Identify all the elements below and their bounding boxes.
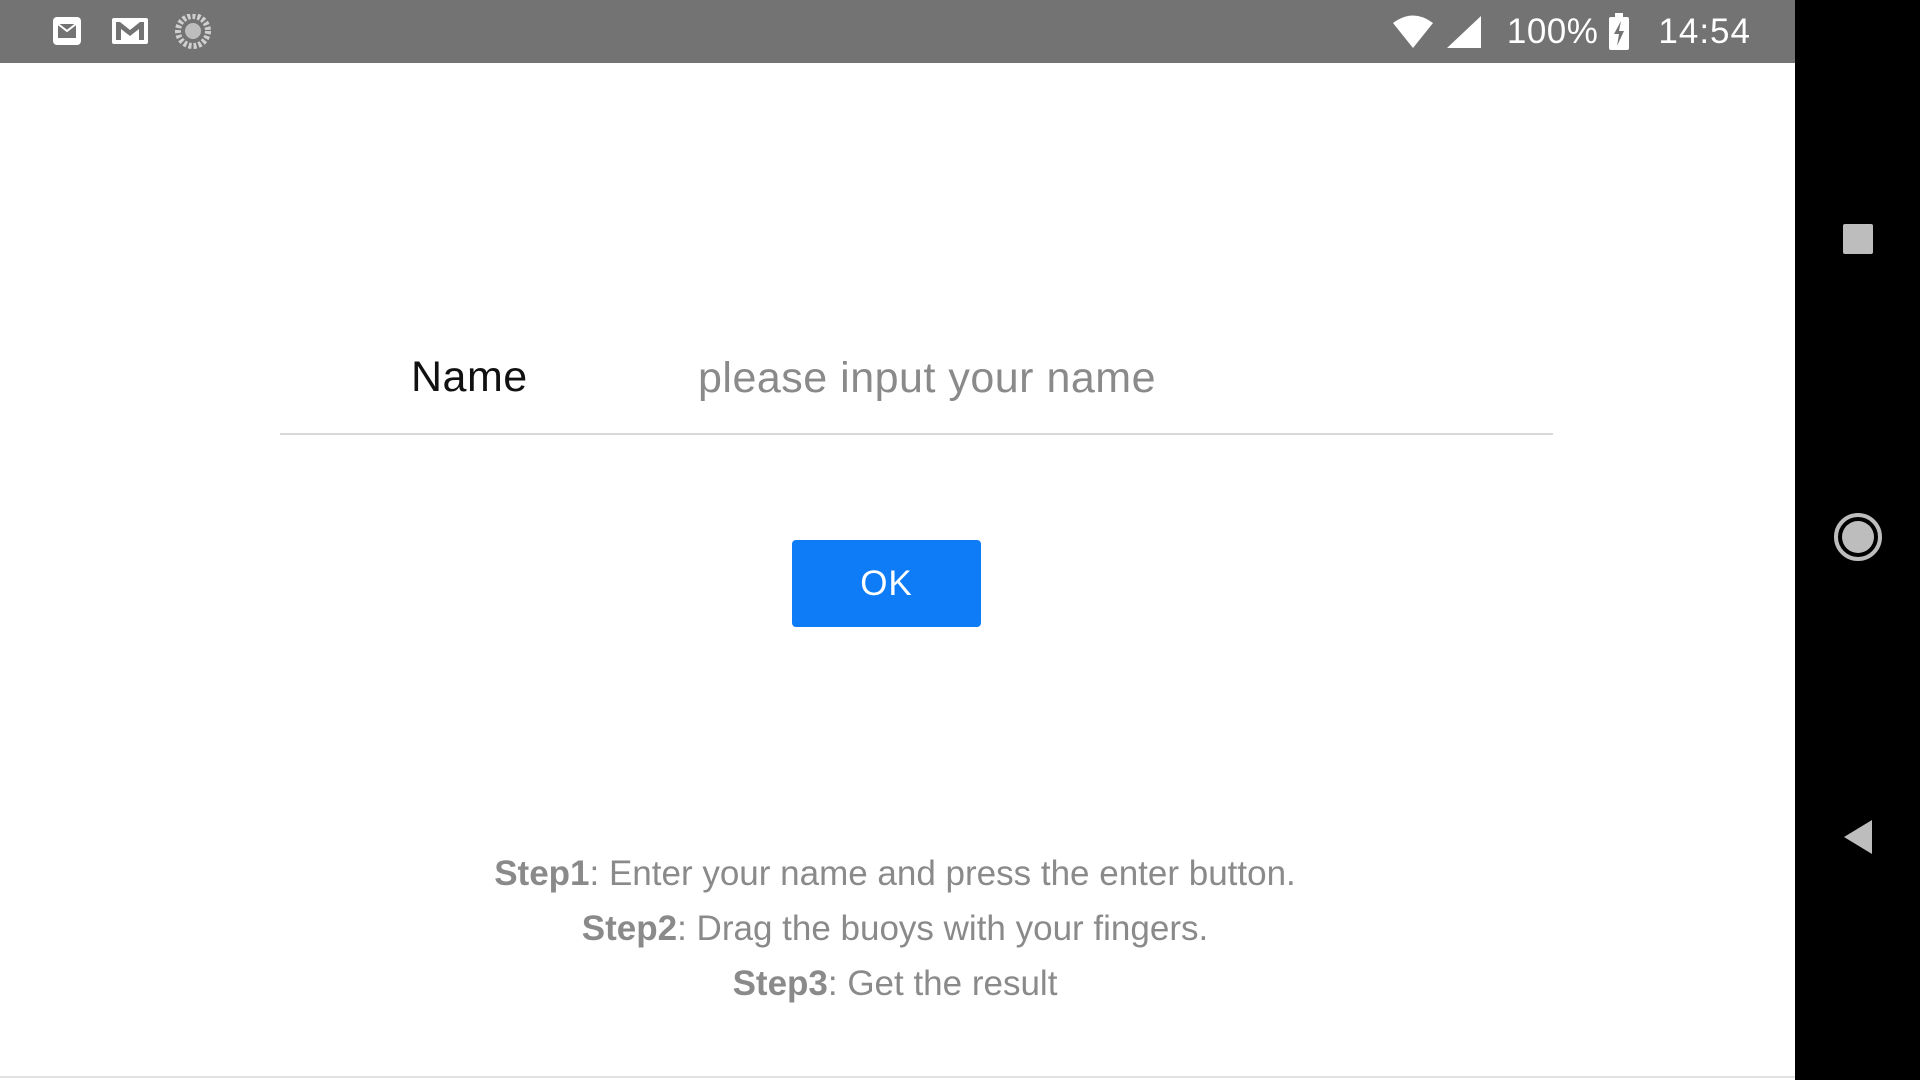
battery-percentage: 100% [1506, 11, 1599, 51]
step-2-text: : Drag the buoys with your fingers. [677, 909, 1209, 948]
ok-button[interactable]: OK [792, 540, 981, 627]
back-icon [1840, 818, 1876, 861]
instruction-step-2: Step2: Drag the buoys with your fingers. [0, 901, 1790, 956]
name-form-row: Name [280, 63, 1553, 435]
instruction-step-3: Step3: Get the result [0, 956, 1790, 1011]
wifi-icon [1391, 14, 1435, 50]
home-button[interactable] [1833, 512, 1883, 567]
gmail-icon [110, 14, 150, 53]
navigation-bar [1795, 0, 1920, 1080]
cell-signal-icon [1445, 14, 1483, 50]
instruction-step-1: Step1: Enter your name and press the ent… [0, 846, 1790, 901]
step-3-text: : Get the result [827, 964, 1058, 1003]
home-icon [1833, 512, 1883, 567]
email-icon [50, 14, 84, 53]
status-bar: 100% 14:54 [0, 0, 1795, 63]
bottom-divider [0, 1076, 1795, 1078]
status-indicators: 100% 14:54 [1391, 0, 1751, 63]
name-input[interactable] [698, 338, 1518, 418]
step-2-key: Step2 [581, 909, 678, 948]
step-1-key: Step1 [494, 854, 590, 893]
instructions: Step1: Enter your name and press the ent… [0, 846, 1790, 1011]
step-3-key: Step3 [732, 964, 828, 1003]
sync-icon [174, 13, 212, 57]
recents-button[interactable] [1833, 216, 1883, 266]
name-label: Name [411, 353, 528, 401]
step-1-text: : Enter your name and press the enter bu… [589, 854, 1296, 893]
battery-charging-icon [1608, 12, 1630, 51]
recents-icon [1841, 222, 1875, 261]
status-clock: 14:54 [1658, 11, 1751, 51]
device-screen: 100% 14:54 Name OK Step1: Enter your nam… [0, 0, 1920, 1080]
back-button[interactable] [1833, 814, 1883, 864]
app-content: Name OK Step1: Enter your name and press… [0, 63, 1795, 1078]
